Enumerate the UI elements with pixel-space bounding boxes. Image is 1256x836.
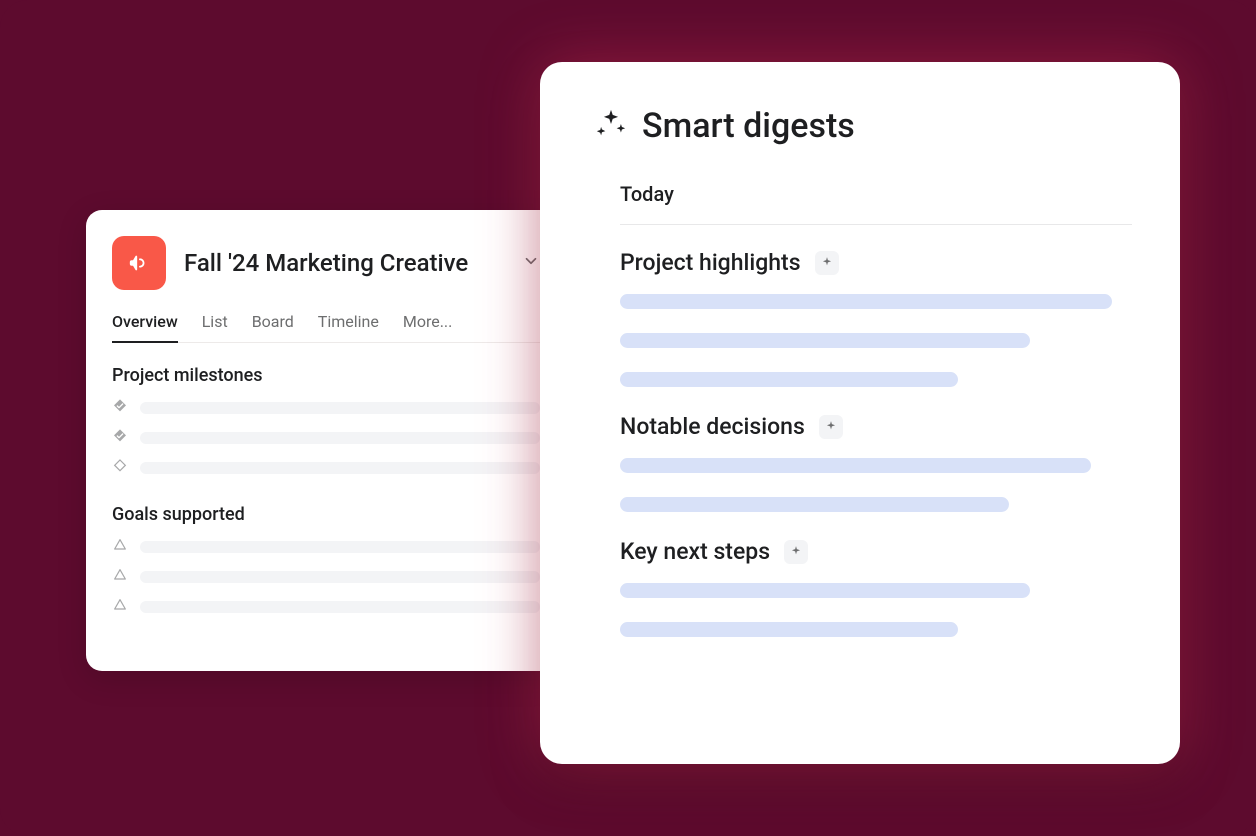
list-item[interactable]	[112, 567, 540, 587]
tab-list[interactable]: List	[202, 308, 228, 342]
sparkle-icon[interactable]	[815, 251, 839, 275]
placeholder-bar	[140, 462, 540, 474]
digest-placeholder-bar	[620, 458, 1091, 473]
smart-digest-card: Smart digests Today Project highlights No…	[540, 62, 1180, 764]
project-title: Fall '24 Marketing Creative	[184, 249, 504, 277]
milestone-icon	[112, 428, 128, 448]
milestone-icon	[112, 398, 128, 418]
digest-section: Notable decisions	[620, 413, 1132, 512]
digest-placeholder-bar	[620, 333, 1030, 348]
placeholder-bar	[140, 571, 540, 583]
placeholder-bar	[140, 541, 540, 553]
digest-placeholder-list	[620, 294, 1132, 387]
list-item[interactable]	[112, 597, 540, 617]
section-heading: Goals supported	[112, 504, 540, 525]
milestone-icon	[112, 458, 128, 478]
project-megaphone-icon	[112, 236, 166, 290]
tab-more[interactable]: More...	[403, 308, 453, 342]
project-section: Goals supported	[112, 504, 540, 617]
list-item[interactable]	[112, 398, 540, 418]
digest-section-title: Project highlights	[620, 249, 801, 276]
placeholder-list	[112, 398, 540, 478]
digest-placeholder-bar	[620, 294, 1112, 309]
digest-date: Today	[620, 182, 1132, 225]
goal-icon	[112, 597, 128, 617]
digest-placeholder-bar	[620, 583, 1030, 598]
placeholder-list	[112, 537, 540, 617]
placeholder-bar	[140, 432, 540, 444]
project-header: Fall '24 Marketing Creative	[112, 236, 540, 290]
sparkle-icon[interactable]	[784, 540, 808, 564]
digest-section-title: Notable decisions	[620, 413, 805, 440]
digest-header: Smart digests	[594, 106, 1132, 146]
placeholder-bar	[140, 402, 540, 414]
project-card: Fall '24 Marketing Creative Overview List…	[86, 210, 566, 671]
goal-icon	[112, 567, 128, 587]
project-tabs: Overview List Board Timeline More...	[112, 308, 540, 343]
digest-section-title: Key next steps	[620, 538, 770, 565]
digest-section: Project highlights	[620, 249, 1132, 387]
sparkle-icon[interactable]	[819, 415, 843, 439]
placeholder-bar	[140, 601, 540, 613]
digest-section-header: Project highlights	[620, 249, 1132, 276]
project-section: Project milestones	[112, 365, 540, 478]
digest-section: Key next steps	[620, 538, 1132, 637]
digest-section-header: Notable decisions	[620, 413, 1132, 440]
digest-placeholder-bar	[620, 497, 1009, 512]
digest-placeholder-list	[620, 458, 1132, 512]
digest-section-header: Key next steps	[620, 538, 1132, 565]
tab-board[interactable]: Board	[252, 308, 294, 342]
tab-overview[interactable]: Overview	[112, 308, 178, 343]
sparkles-icon	[594, 107, 628, 145]
list-item[interactable]	[112, 428, 540, 448]
digest-placeholder-bar	[620, 622, 958, 637]
goal-icon	[112, 537, 128, 557]
list-item[interactable]	[112, 537, 540, 557]
digest-title: Smart digests	[642, 106, 855, 146]
digest-placeholder-bar	[620, 372, 958, 387]
chevron-down-icon[interactable]	[522, 252, 540, 274]
tab-timeline[interactable]: Timeline	[318, 308, 379, 342]
stage-background: Fall '24 Marketing Creative Overview List…	[0, 0, 1256, 836]
list-item[interactable]	[112, 458, 540, 478]
section-heading: Project milestones	[112, 365, 540, 386]
digest-placeholder-list	[620, 583, 1132, 637]
